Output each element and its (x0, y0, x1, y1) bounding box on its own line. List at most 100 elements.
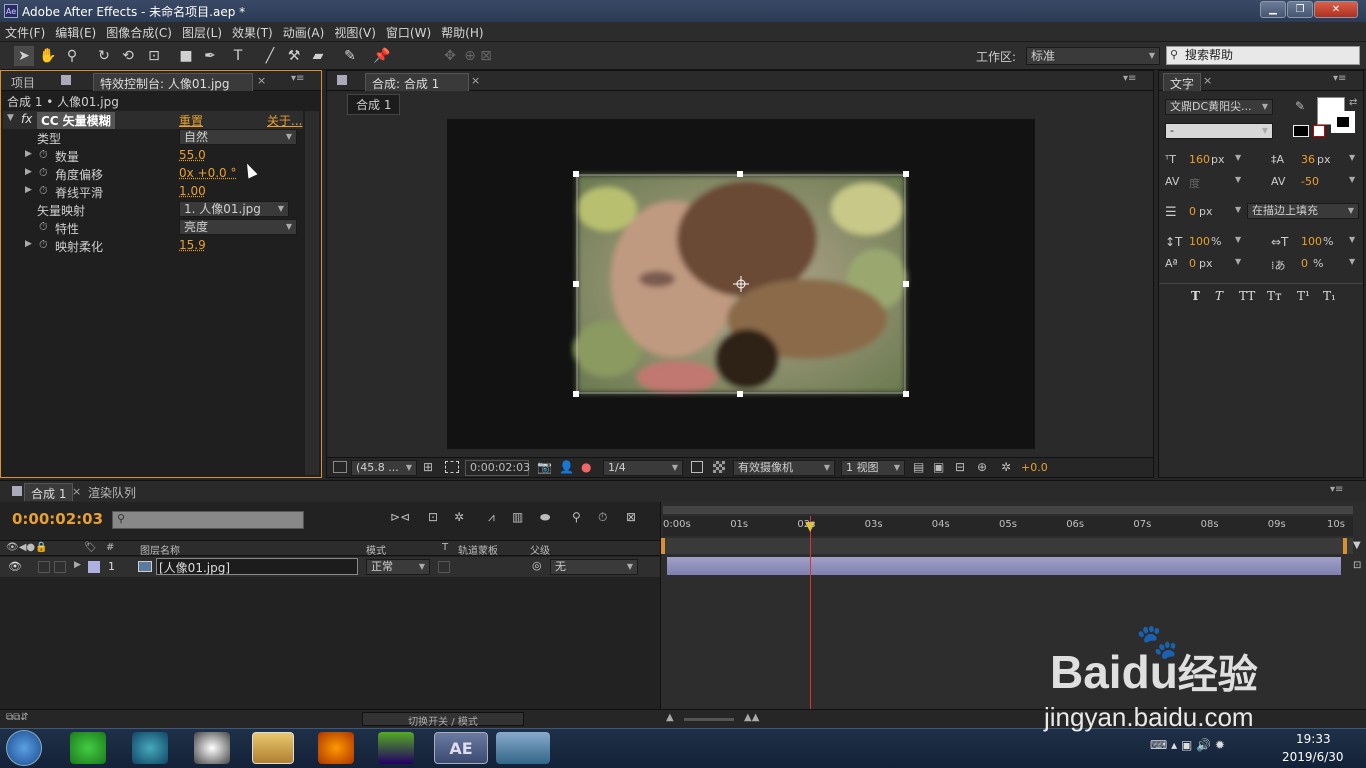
dropdown-arrow-icon[interactable]: ▼ (1349, 235, 1355, 244)
fx-icon[interactable]: fx (21, 112, 32, 126)
motion-blur-icon[interactable]: ▥ (512, 510, 523, 524)
timeline-timecode[interactable]: 0:00:02:03 (12, 510, 103, 528)
type-select[interactable]: 自然 (179, 129, 297, 145)
menu-composition[interactable]: 图像合成(C) (101, 22, 177, 43)
taskbar-app-icon[interactable] (496, 732, 550, 764)
no-color-icon[interactable] (1313, 125, 1325, 137)
layer-row[interactable]: 👁 ▶ 1 [人像01.jpg] 正常 ◎ 无 (0, 557, 660, 577)
faux-bold-button[interactable]: T (1191, 289, 1200, 303)
zoom-slider[interactable] (684, 718, 734, 721)
baseline-shift-value[interactable]: 0 (1189, 257, 1196, 270)
panel-menu-icon[interactable]: ▾≡ (291, 73, 304, 84)
axis-local-icon[interactable]: ✥ (440, 46, 460, 66)
axis-view-icon[interactable]: ⊠ (476, 46, 496, 66)
leading-value[interactable]: 36 (1301, 153, 1315, 166)
expand-triangle-icon[interactable]: ▶ (25, 185, 32, 195)
clock-time[interactable]: 19:33 (1296, 732, 1331, 746)
selection-tool-icon[interactable]: ➤ (14, 46, 34, 66)
comp-settings-icon[interactable]: ⊠ (626, 510, 636, 524)
dropdown-arrow-icon[interactable]: ▼ (1349, 257, 1355, 266)
taskbar-app-icon[interactable] (70, 732, 106, 764)
taskbar-explorer-icon[interactable] (252, 732, 294, 764)
dropdown-arrow-icon[interactable]: ▼ (1235, 153, 1241, 162)
dropdown-arrow-icon[interactable]: ▼ (1349, 175, 1355, 184)
eraser-tool-icon[interactable]: ▰ (308, 46, 328, 66)
views-select[interactable]: 1 视图 (841, 460, 905, 476)
layer-switches-icon[interactable]: ⧉⧉⇵ (6, 712, 29, 723)
graph-editor-icon[interactable]: ⚲ (572, 510, 581, 524)
stroke-mode-select[interactable]: 在描边上填充 (1247, 203, 1359, 219)
audio-toggle[interactable] (38, 561, 50, 573)
vertical-scale-value[interactable]: 100 (1189, 235, 1210, 248)
close-tab-icon[interactable]: × (471, 74, 480, 87)
current-time-field[interactable]: 0:00:02:03 (465, 460, 530, 476)
subscript-button[interactable]: T₁ (1323, 289, 1336, 303)
close-tab-icon[interactable]: × (72, 485, 81, 498)
pickwhip-icon[interactable]: ◎ (532, 559, 542, 572)
small-caps-button[interactable]: Tт (1267, 289, 1282, 303)
expand-layer-icon[interactable]: ▶ (74, 560, 81, 570)
brush-tool-icon[interactable]: ╱ (260, 46, 280, 66)
faux-italic-button[interactable]: T (1215, 289, 1223, 303)
pen-tool-icon[interactable]: ✒ (200, 46, 220, 66)
visibility-eye-icon[interactable]: 👁 (8, 560, 22, 573)
eyedropper-icon[interactable]: ✎ (1295, 99, 1305, 113)
layer-label-color[interactable] (88, 561, 100, 573)
zoom-out-icon[interactable]: ▲ (666, 712, 674, 723)
effect-scrollbar[interactable] (305, 111, 319, 475)
stopwatch-icon[interactable]: ⏱ (39, 220, 48, 234)
tsume-value[interactable]: 0 (1301, 257, 1308, 270)
collapse-triangle-icon[interactable]: ▼ (7, 113, 14, 123)
close-tab-icon[interactable]: × (257, 74, 266, 87)
camera-select[interactable]: 有效摄像机 (733, 460, 835, 476)
blend-mode-select[interactable]: 正常 (366, 559, 430, 575)
snapshot-icon[interactable]: 📷 (537, 460, 552, 474)
resolution-select[interactable]: 1/4 (603, 460, 683, 476)
roto-brush-icon[interactable]: ✎ (340, 46, 360, 66)
playhead-line[interactable] (810, 516, 812, 716)
preserve-transparency-toggle[interactable] (438, 561, 450, 573)
hand-tool-icon[interactable]: ✋ (38, 46, 58, 66)
comp-subtab[interactable]: 合成 1 (347, 94, 401, 115)
mask-visibility-icon[interactable] (445, 461, 459, 473)
stopwatch-icon[interactable]: ⏱ (39, 166, 48, 180)
comp-viewer[interactable] (447, 119, 1035, 449)
superscript-button[interactable]: T¹ (1297, 289, 1310, 303)
clock-date[interactable]: 2019/6/30 (1282, 750, 1344, 764)
swap-colors-icon[interactable]: ⇄ (1349, 97, 1357, 108)
show-snapshot-icon[interactable]: 👤 (559, 460, 574, 474)
puppet-pin-icon[interactable]: 📌 (372, 46, 392, 66)
expand-triangle-icon[interactable]: ▶ (25, 239, 32, 249)
fast-previews-icon[interactable]: ▣ (933, 460, 944, 474)
stopwatch-icon[interactable]: ⏱ (39, 148, 48, 162)
menu-animation[interactable]: 动画(A) (278, 22, 330, 43)
angle-offset-value[interactable]: 0x +0.0 ° (179, 166, 237, 180)
reset-link[interactable]: 重置 (179, 112, 203, 129)
dropdown-arrow-icon[interactable]: ▼ (1235, 205, 1241, 214)
panel-menu-icon[interactable]: ▾≡ (1330, 484, 1343, 495)
menu-window[interactable]: 窗口(W) (381, 22, 436, 43)
stopwatch-icon[interactable]: ⏱ (39, 238, 48, 252)
camera-orbit-icon[interactable]: ⟲ (118, 46, 138, 66)
dropdown-arrow-icon[interactable]: ▼ (1235, 257, 1241, 266)
close-tab-icon[interactable]: × (1203, 74, 1212, 87)
timeline-search-input[interactable]: ⚲ (112, 511, 304, 529)
stroke-color-swatch[interactable] (1331, 111, 1355, 133)
layer-name-field[interactable]: [人像01.jpg] (156, 558, 358, 575)
all-caps-button[interactable]: TT (1239, 289, 1255, 303)
help-search-input[interactable]: 搜索帮助 (1166, 46, 1360, 65)
auto-keyframe-icon[interactable]: ⏱ (598, 510, 607, 525)
layer-duration-bar[interactable] (667, 557, 1341, 575)
work-area-bar[interactable] (663, 506, 1353, 514)
expand-triangle-icon[interactable]: ▶ (25, 167, 32, 177)
comp-marker-icon[interactable]: ▼ (1353, 540, 1361, 551)
shy-icon[interactable]: ✲ (454, 510, 464, 524)
comp-mini-flowchart-icon[interactable]: ⊳⊲ (390, 510, 410, 524)
taskbar-qq-icon[interactable] (194, 732, 230, 764)
horizontal-scale-value[interactable]: 100 (1301, 235, 1322, 248)
stroke-width-value[interactable]: 0 (1189, 205, 1196, 218)
menu-effect[interactable]: 效果(T) (227, 22, 278, 43)
panel-menu-icon[interactable]: ▾≡ (1123, 73, 1136, 84)
stopwatch-icon[interactable]: ⏱ (39, 184, 48, 198)
clone-stamp-icon[interactable]: ⚒ (284, 46, 304, 66)
